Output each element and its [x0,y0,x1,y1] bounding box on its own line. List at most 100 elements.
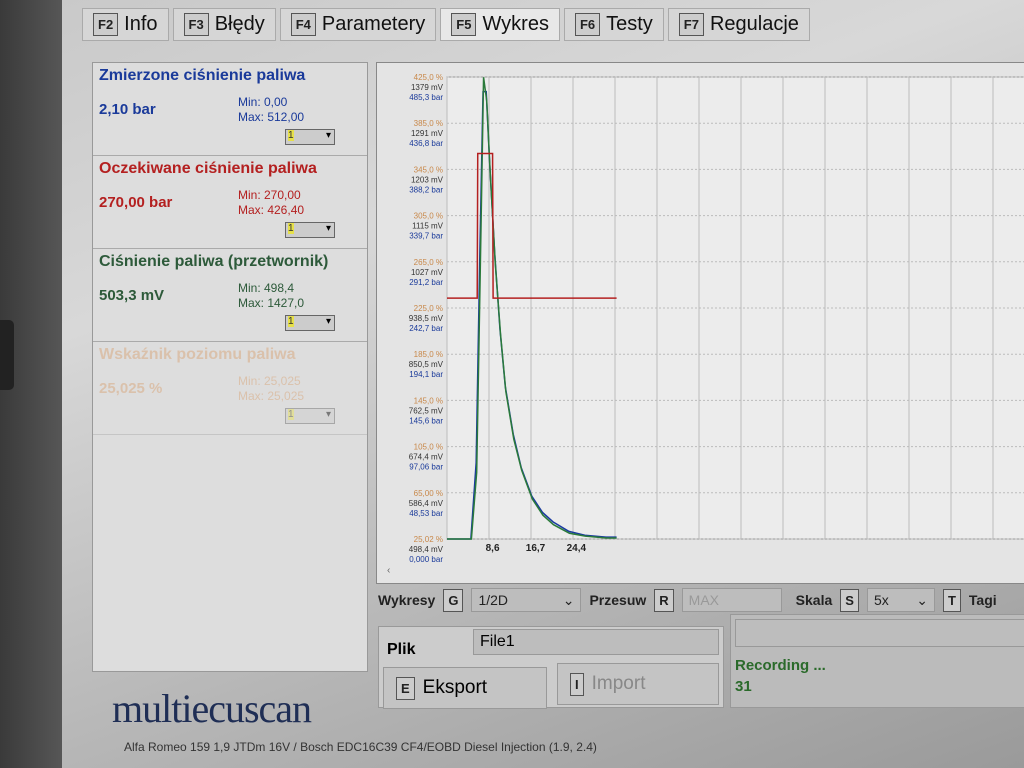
chevron-down-icon: ⌄ [562,591,575,608]
scale-select[interactable]: 1 ▾ [285,222,335,238]
y-tick-label: 25,02 % [414,535,443,544]
tab-label: Regulacje [709,13,799,35]
parameter-item[interactable]: Oczekiwane ciśnienie paliwa 270,00 bar M… [93,156,367,249]
tab-key: F3 [183,13,209,36]
parameter-item[interactable]: Wskaźnik poziomu paliwa 25,025 % Min: 25… [93,342,367,435]
export-label: Eksport [422,677,488,698]
y-tick-label: 425,0 % [414,73,443,82]
skala-value: 5x [873,592,889,608]
przesuw-value: MAX [688,592,720,608]
tab-label: Info [124,13,158,35]
parameter-max: Max: 1427,0 [238,296,305,310]
y-tick-label: 48,53 bar [409,509,443,518]
y-tick-label: 242,7 bar [409,324,443,333]
wykresy-value: 1/2D [478,592,509,608]
tab-parametery[interactable]: F4 Parametery [279,8,437,41]
skala-key[interactable]: S [840,588,859,612]
y-tick-label: 586,4 mV [409,499,444,508]
y-tick-label: 388,2 bar [409,185,443,194]
tagi-label: Tagi [968,592,997,608]
scale-value: 1 [288,316,294,327]
y-tick-label: 305,0 % [414,212,443,221]
parameter-item[interactable]: Ciśnienie paliwa (przetwornik) 503,3 mV … [93,249,367,342]
tab-bar: F2 Info F3 Błędy F4 Parametery F5 Wykres F6 Testy… [82,8,810,41]
y-tick-label: 339,7 bar [409,232,443,241]
y-tick-label: 291,2 bar [409,278,443,287]
y-tick-label: 145,0 % [414,396,443,405]
parameter-panel: Zmierzone ciśnienie paliwa 2,10 bar Min:… [92,62,368,672]
tab-info[interactable]: F2 Info [82,8,169,41]
chart: 425,0 %1379 mV485,3 bar 385,0 %1291 mV436… [387,73,1024,576]
file-label: Plik [387,641,416,658]
logo: multiecuscan [112,686,312,731]
y-tick-label: 225,0 % [414,304,443,313]
scale-select[interactable]: 1 ▾ [285,408,335,424]
tab-key: F2 [93,13,119,36]
przesuw-label: Przesuw [589,592,647,608]
y-tick-label: 105,0 % [414,443,443,452]
import-key: I [570,672,584,696]
skala-label: Skala [795,592,833,608]
file-input[interactable]: File1 [473,629,719,655]
export-key: E [396,676,415,700]
y-tick-label: 938,5 mV [409,314,444,323]
parameter-max: Max: 25,025 [238,389,305,403]
tab-key: F6 [574,13,601,36]
wykresy-key[interactable]: G [443,588,464,612]
x-tick-label: 24,4 [567,543,587,554]
y-tick-label: 1203 mV [411,175,444,184]
y-tick-label: 485,3 bar [409,93,443,102]
bezel-button [0,320,14,390]
y-tick-label: 385,0 % [414,119,443,128]
tab-key: F4 [290,13,316,36]
tagi-key[interactable]: T [942,588,961,612]
y-tick-label: 65,00 % [414,489,443,498]
tab-label: Błędy [214,13,265,35]
tab-błędy[interactable]: F3 Błędy [172,8,276,41]
y-tick-label: 850,5 mV [409,360,444,369]
scale-value: 1 [288,130,294,141]
scale-select[interactable]: 1 ▾ [285,315,335,331]
x-tick-label: 16,7 [526,543,546,554]
tab-testy[interactable]: F6 Testy [563,8,664,41]
y-tick-label: 194,1 bar [409,370,443,379]
wykresy-label: Wykresy [378,592,436,608]
scale-select[interactable]: 1 ▾ [285,129,335,145]
y-tick-label: 145,6 bar [409,416,443,425]
tab-label: Wykres [482,13,549,35]
scroll-left-icon: ‹ [387,565,390,576]
y-tick-label: 0,000 bar [409,555,443,564]
tab-wykres[interactable]: F5 Wykres [440,8,560,41]
parameter-title: Zmierzone ciśnienie paliwa [99,67,306,84]
parameter-value: 503,3 mV [99,287,165,304]
y-tick-label: 674,4 mV [409,453,444,462]
parameter-item[interactable]: Zmierzone ciśnienie paliwa 2,10 bar Min:… [93,63,367,156]
chevron-down-icon: ▾ [325,409,331,420]
tab-label: Testy [606,13,653,35]
scale-value: 1 [288,409,294,420]
wykresy-select[interactable]: 1/2D ⌄ [471,588,582,612]
import-button[interactable]: I Import [557,663,719,705]
y-tick-label: 498,4 mV [409,545,444,554]
recording-count: 31 [735,678,752,695]
tab-key: F5 [451,13,477,36]
przesuw-select[interactable]: MAX [681,588,782,612]
przesuw-key[interactable]: R [654,588,674,612]
x-tick-label: 8,6 [486,543,500,554]
y-tick-label: 97,06 bar [409,463,443,472]
y-tick-label: 345,0 % [414,165,443,174]
parameter-value: 270,00 bar [99,194,173,211]
y-tick-label: 436,8 bar [409,139,443,148]
tab-label: Parametery [321,13,426,35]
tab-regulacje[interactable]: F7 Regulacje [667,8,810,41]
monitor-bezel [0,0,70,768]
parameter-title: Ciśnienie paliwa (przetwornik) [99,253,329,270]
parameter-title: Wskaźnik poziomu paliwa [99,346,296,363]
parameter-title: Oczekiwane ciśnienie paliwa [99,160,317,177]
skala-select[interactable]: 5x ⌄ [866,588,935,612]
parameter-min: Min: 498,4 [238,281,295,295]
tab-key: F7 [678,13,704,36]
export-button[interactable]: E Eksport [383,667,547,709]
recording-field[interactable] [735,619,1024,647]
parameter-min: Min: 25,025 [238,374,301,388]
